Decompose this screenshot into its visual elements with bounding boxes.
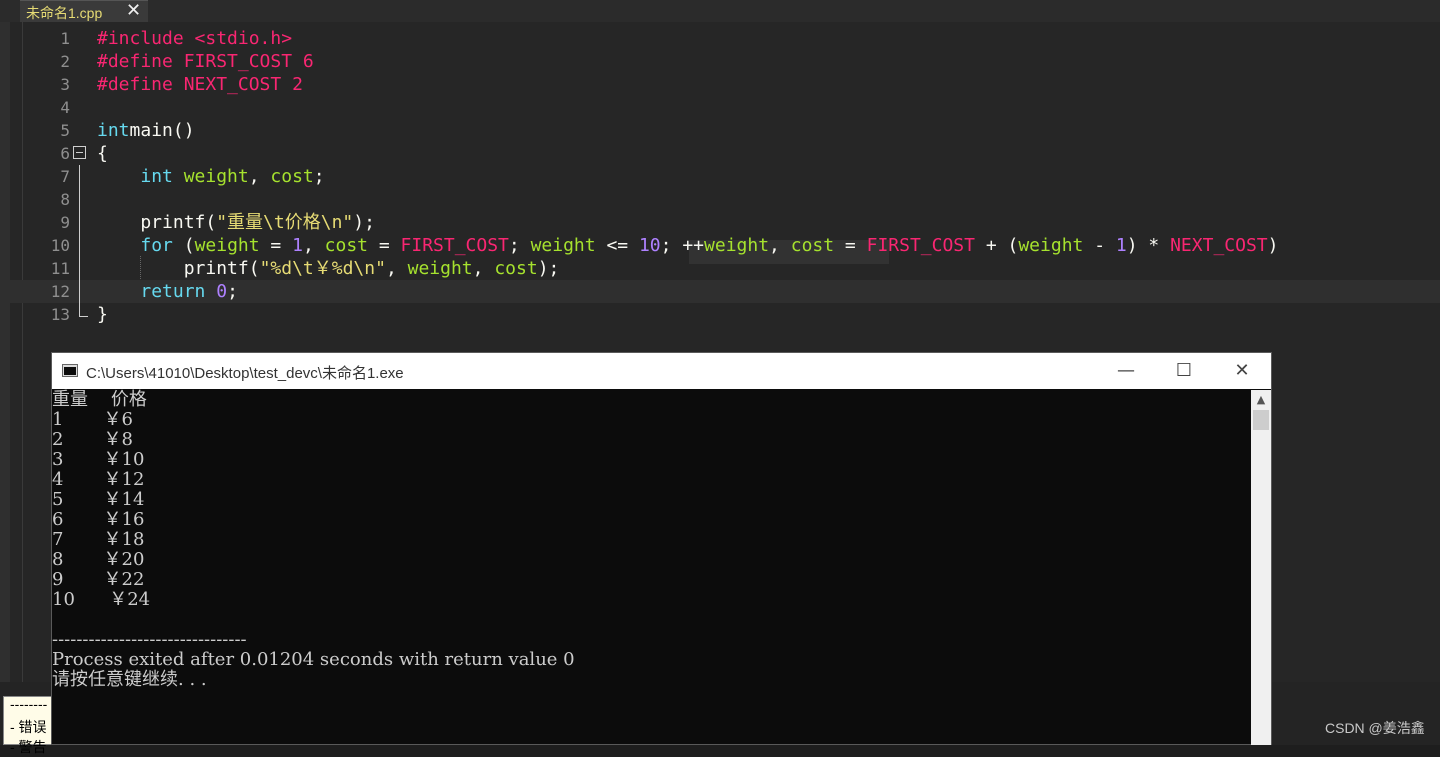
code-line[interactable]: 3 #define NEXT_COST 2 (0, 73, 1440, 96)
fold-collapse-icon[interactable] (73, 146, 86, 159)
message-line: - 错误 (10, 719, 47, 735)
code-line[interactable]: 10 for (weight = 1, cost = FIRST_COST; w… (0, 234, 1440, 257)
line-number: 2 (60, 52, 70, 71)
console-app-icon (62, 364, 78, 377)
line-number: 5 (60, 121, 70, 140)
console-output-line: 6 ￥16 (52, 509, 145, 530)
console-output-line: 4 ￥12 (52, 469, 145, 490)
console-output-line: 2 ￥8 (52, 429, 133, 450)
code-line[interactable]: 12 return 0; (0, 280, 1440, 303)
code-text: #define FIRST_COST 6 (97, 51, 314, 72)
console-output-line: 10 ￥24 (52, 589, 151, 610)
console-output-line: 9 ￥22 (52, 569, 145, 590)
close-window-button[interactable]: ✕ (1213, 353, 1271, 389)
code-line[interactable]: 7 int weight, cost; (0, 165, 1440, 188)
tab-file[interactable]: 未命名1.cpp ✕ (20, 0, 148, 22)
code-text: } (97, 304, 108, 325)
console-output-line: 3 ￥10 (52, 449, 145, 470)
code-text: return 0; (140, 281, 238, 302)
code-line[interactable]: 8 (0, 188, 1440, 211)
line-number: 13 (50, 305, 70, 324)
tab-bar: 未命名1.cpp ✕ (0, 0, 1440, 22)
line-number: 12 (50, 282, 70, 301)
console-output-line: 5 ￥14 (52, 489, 145, 510)
console-output-line: -------------------------------- (52, 629, 247, 650)
line-number: 3 (60, 75, 70, 94)
code-text: { (97, 143, 108, 164)
code-line[interactable]: 1 #include <stdio.h> (0, 27, 1440, 50)
console-title: C:\Users\41010\Desktop\test_devc\未命名1.ex… (86, 365, 404, 382)
console-output-line: 8 ￥20 (52, 549, 145, 570)
code-text: #include <stdio.h> (97, 28, 293, 49)
code-text: printf("%d\t￥%d\n", weight, cost); (97, 258, 560, 279)
code-text: for (weight = 1, cost = FIRST_COST; weig… (140, 235, 1279, 256)
scroll-up-icon[interactable]: ▲ (1251, 390, 1271, 410)
console-output-line: 7 ￥18 (52, 529, 145, 550)
code-line[interactable]: 6{ (0, 142, 1440, 165)
line-number: 1 (60, 29, 70, 48)
message-line: - 警告 (10, 739, 47, 755)
code-line[interactable]: 4 (0, 96, 1440, 119)
scroll-thumb[interactable] (1253, 410, 1269, 430)
code-text: printf("重量\t价格\n"); (97, 212, 375, 233)
console-output-line: 1 ￥6 (52, 409, 133, 430)
code-line[interactable]: 2 #define FIRST_COST 6 (0, 50, 1440, 73)
console-window[interactable]: C:\Users\41010\Desktop\test_devc\未命名1.ex… (51, 352, 1272, 745)
indent-guide (140, 256, 142, 279)
close-tab-icon[interactable]: ✕ (126, 0, 141, 21)
line-number: 7 (60, 167, 70, 186)
fold-guide (79, 165, 80, 317)
console-scrollbar[interactable]: ▲ (1251, 390, 1271, 745)
code-text: #define NEXT_COST 2 (97, 74, 303, 95)
console-output-line: 重量 价格 (52, 389, 147, 410)
console-output: 重量 价格 1 ￥6 2 ￥8 3 ￥10 4 ￥12 5 ￥14 6 ￥16 7 ￥18 8 … (52, 390, 1250, 745)
console-titlebar[interactable]: C:\Users\41010\Desktop\test_devc\未命名1.ex… (52, 353, 1271, 389)
code-text: int weight, cost; (140, 166, 325, 187)
line-number: 11 (50, 259, 70, 278)
line-number: 9 (60, 213, 70, 232)
message-line: -------- (10, 696, 48, 712)
maximize-button[interactable]: ☐ (1155, 353, 1213, 389)
line-number: 4 (60, 98, 70, 117)
code-line[interactable]: 11 printf("%d\t￥%d\n", weight, cost); (0, 257, 1440, 280)
console-output-line: 请按任意键继续. . . (52, 669, 207, 690)
console-output-line: Process exited after 0.01204 seconds wit… (52, 649, 575, 670)
code-line[interactable]: 5 intmain() (0, 119, 1440, 142)
line-number: 10 (50, 236, 70, 255)
code-line[interactable]: 13} (0, 303, 1440, 326)
minimize-button[interactable]: — (1097, 353, 1155, 389)
line-number: 6 (60, 144, 70, 163)
fold-end-marker (79, 316, 88, 317)
watermark: CSDN @姜浩鑫 (1325, 720, 1425, 736)
code-text: intmain() (97, 120, 195, 141)
tab-label: 未命名1.cpp (26, 5, 103, 21)
code-line[interactable]: 9 printf("重量\t价格\n"); (0, 211, 1440, 234)
line-number: 8 (60, 190, 70, 209)
